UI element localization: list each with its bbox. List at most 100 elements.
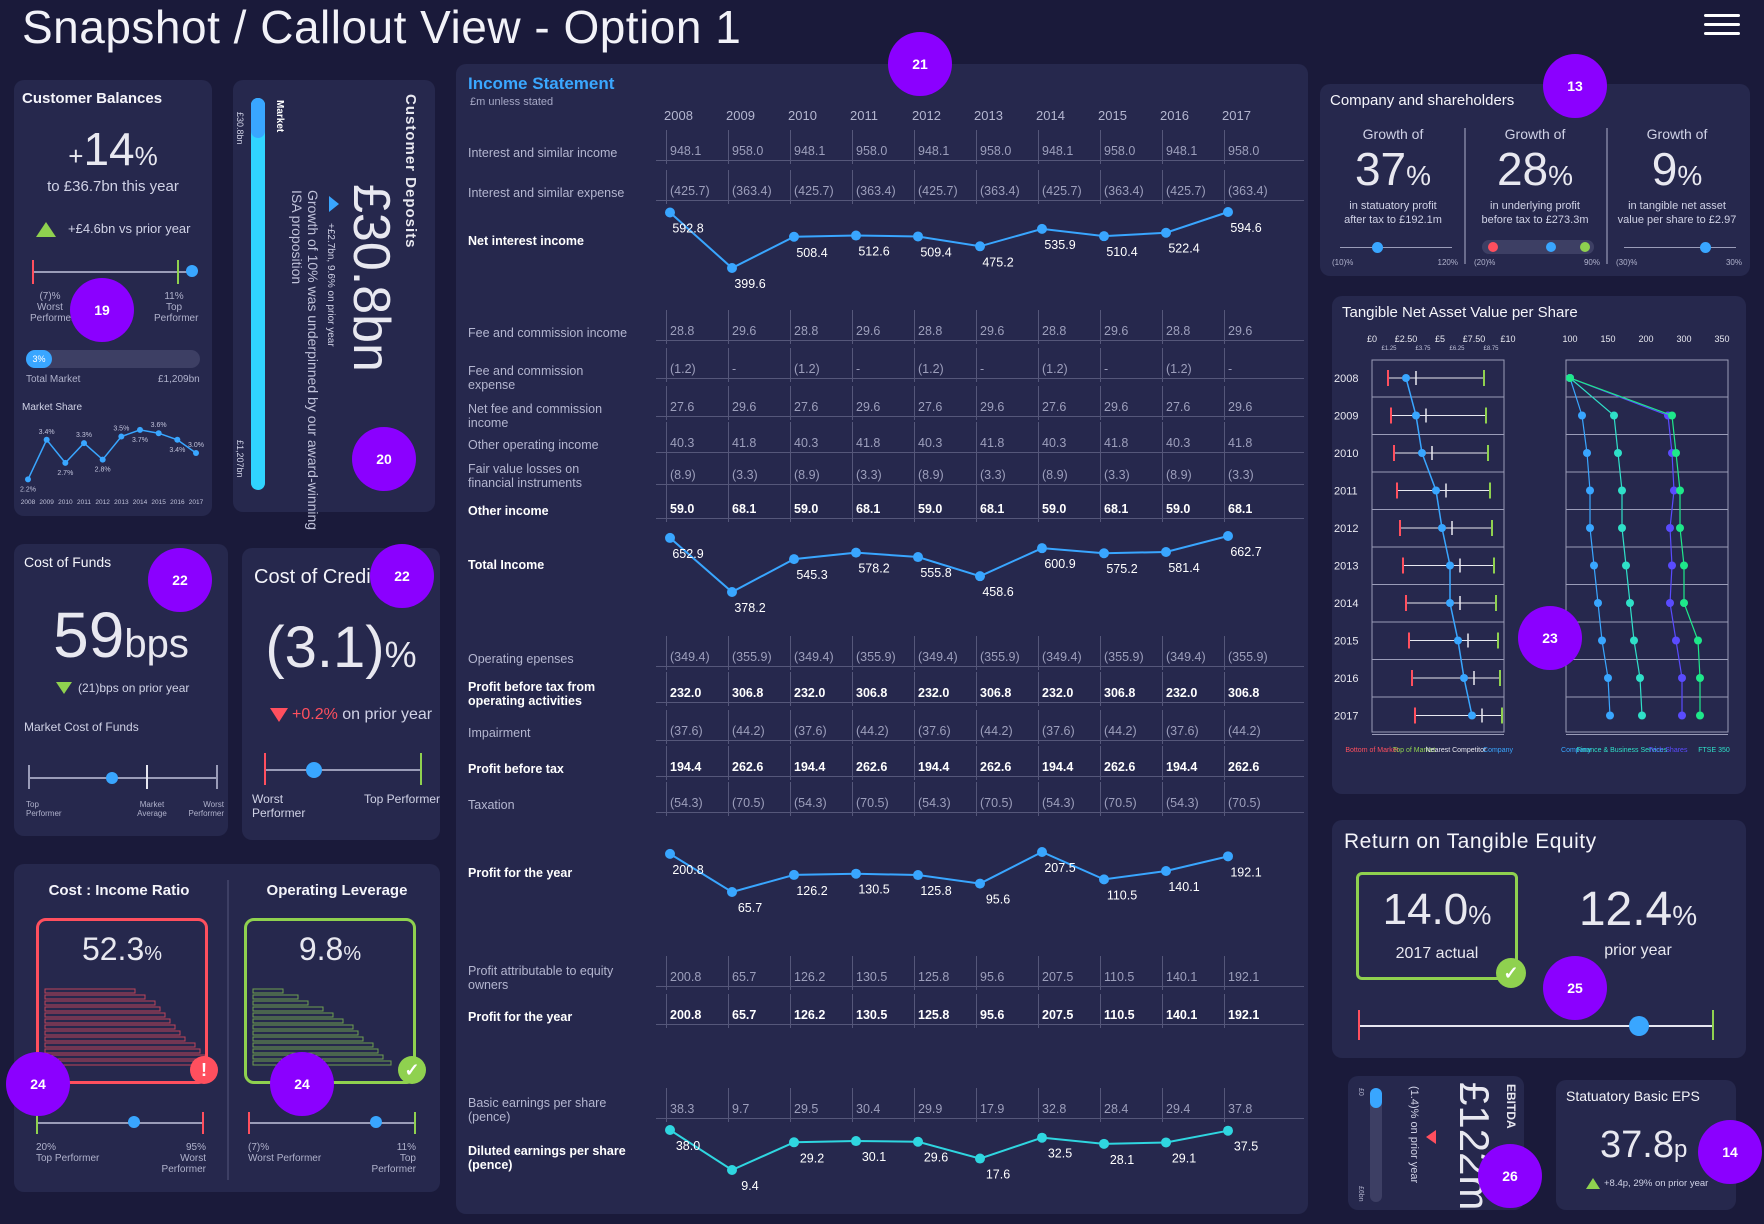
income-point-label: 575.2 <box>1106 562 1137 576</box>
tnav-finance-business-dot <box>1638 711 1646 720</box>
check-icon: ✓ <box>1496 958 1526 988</box>
grid-tick <box>666 170 667 204</box>
income-cell: (8.9) <box>794 468 820 482</box>
gauge-tick <box>216 765 218 789</box>
income-point <box>1099 231 1109 242</box>
income-point <box>727 587 737 597</box>
income-cell: (349.4) <box>1166 650 1206 664</box>
grid-tick <box>1038 994 1039 1028</box>
income-cell: 28.8 <box>794 324 819 338</box>
ratio-bar <box>44 1006 161 1012</box>
grid-tick <box>1224 956 1225 990</box>
income-point-label: 200.8 <box>672 863 703 877</box>
income-cell: 29.4 <box>1166 1102 1191 1116</box>
callout-marker-22b[interactable]: 22 <box>370 544 434 608</box>
income-point <box>913 231 923 242</box>
market-share-chart: 2.2% 2008 3.4% 2009 2.7% 2010 3.3% 2011 2.8% 2012… <box>20 422 204 506</box>
market-share-point <box>118 433 125 440</box>
callout-marker-23[interactable]: 23 <box>1518 606 1582 670</box>
income-cell: (355.9) <box>1104 650 1144 664</box>
income-cell: 29.6 <box>732 400 757 414</box>
grid-tick <box>976 672 977 706</box>
grid-tick <box>1162 348 1163 382</box>
rote-position-dot <box>1629 1016 1650 1036</box>
tnav-left-tick: £0 <box>1367 334 1377 344</box>
income-cell: 948.1 <box>794 144 826 158</box>
customer-balances-vs-prior: +£4.6bn vs prior year <box>68 221 191 236</box>
grid-tick <box>1038 422 1039 456</box>
grid-tick <box>1100 310 1101 344</box>
market-share-label: 3.7% <box>132 437 148 444</box>
income-point-label: 652.9 <box>672 547 703 561</box>
grid-tick <box>1162 1088 1163 1122</box>
tnav-ftse-350-dot <box>1696 711 1704 720</box>
income-cell: 126.2 <box>794 970 826 984</box>
income-point-label: 545.3 <box>796 568 827 582</box>
callout-marker-20[interactable]: 20 <box>352 427 416 491</box>
gauge-worst-tick <box>202 1112 204 1134</box>
income-row-label: Interest and similar expense <box>468 186 625 200</box>
callout-marker-14[interactable]: 14 <box>1698 1120 1762 1184</box>
gauge-position-dot <box>186 265 198 277</box>
grid-tick <box>1038 348 1039 382</box>
grid-tick <box>1100 454 1101 488</box>
row-rule <box>656 776 1304 777</box>
income-point-label: 110.5 <box>1107 888 1137 902</box>
callout-marker-13[interactable]: 13 <box>1543 54 1607 118</box>
grid-tick <box>914 636 915 670</box>
income-cell: (70.5) <box>1228 796 1261 810</box>
income-point <box>727 1165 737 1175</box>
gauge-top-tick <box>177 260 179 284</box>
hamburger-menu-icon[interactable] <box>1704 8 1740 38</box>
callout-marker-19[interactable]: 19 <box>70 278 134 342</box>
income-cell: (37.6) <box>1166 724 1199 738</box>
share-left-label: Total Market <box>26 374 81 385</box>
callout-marker-24[interactable]: 24 <box>6 1052 70 1116</box>
grid-tick <box>666 130 667 164</box>
row-rule <box>656 378 1304 379</box>
income-point <box>789 1137 799 1148</box>
income-cell: 958.0 <box>732 144 764 158</box>
grid-tick <box>1038 746 1039 780</box>
grid-tick <box>914 386 915 420</box>
year-header: 2010 <box>788 108 817 123</box>
ratio-bar <box>252 1042 374 1048</box>
callout-marker-26[interactable]: 26 <box>1478 1144 1542 1208</box>
customer-balances-growth: +14% <box>68 123 158 175</box>
tnav-finance-business-dot <box>1618 486 1626 495</box>
down-arrow-icon <box>56 682 72 694</box>
growth-prefix: Growth of <box>1646 126 1708 142</box>
grid-tick <box>790 710 791 744</box>
callout-marker-22[interactable]: 22 <box>148 548 212 612</box>
ratio-bar <box>44 1036 186 1042</box>
income-point-label: 458.6 <box>982 585 1013 599</box>
tnav-company-dot <box>1586 524 1594 532</box>
income-cell: 30.4 <box>856 1102 881 1116</box>
income-point-label: 30.1 <box>862 1150 886 1164</box>
callout-marker-25[interactable]: 25 <box>1543 956 1607 1020</box>
bar-marker <box>1700 242 1711 253</box>
ci-left-label: 20% Top Performer <box>36 1142 100 1164</box>
income-point <box>1037 1132 1047 1143</box>
ratio-bar <box>44 988 136 994</box>
tnav-year-label: 2008 <box>1334 373 1358 385</box>
callout-marker-21[interactable]: 21 <box>888 32 952 96</box>
income-point <box>1099 1138 1109 1149</box>
market-share-point <box>155 430 162 437</box>
gauge-worst-tick <box>264 753 266 785</box>
grid-tick <box>728 710 729 744</box>
callout-marker-24b[interactable]: 24 <box>270 1052 334 1116</box>
grid-tick <box>666 746 667 780</box>
tnav-ftse-350-dot <box>1696 674 1704 682</box>
grid-tick <box>1224 348 1225 382</box>
cost-income-dot <box>128 1116 140 1128</box>
cost-of-credit-change: +0.2% on prior year <box>292 706 433 723</box>
ratio-bar <box>252 994 299 1000</box>
tnav-right-tick: 200 <box>1638 334 1653 344</box>
tnav-left-minor: £3.75 <box>1415 346 1431 352</box>
year-header: 2009 <box>726 108 755 123</box>
gauge-right-value: 11% Top Performer <box>154 291 199 324</box>
income-point <box>789 231 799 242</box>
income-cell: 110.5 <box>1104 970 1135 984</box>
grid-tick <box>728 170 729 204</box>
